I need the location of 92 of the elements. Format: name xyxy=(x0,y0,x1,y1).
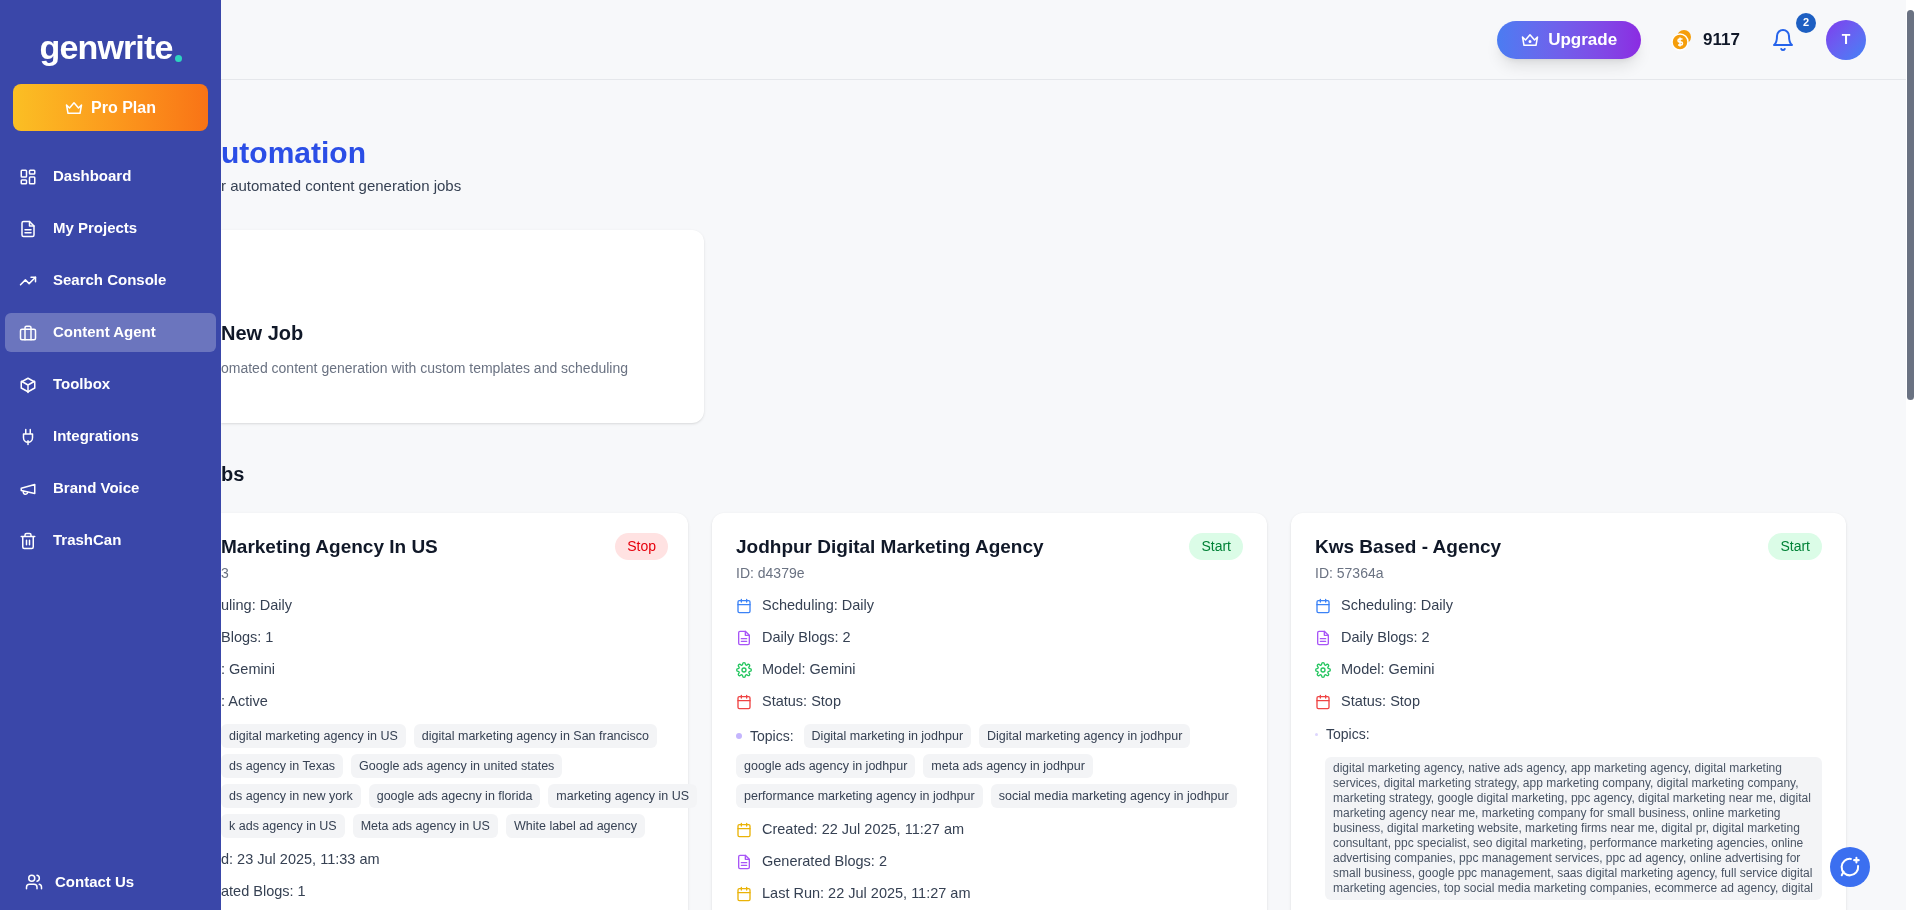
topic-tag: digital marketing agency in US xyxy=(221,724,406,748)
job-id: ID: d4379e xyxy=(736,564,806,583)
job-detail: Model: Gemini xyxy=(762,660,856,680)
job-detail: ated Blogs: 1 xyxy=(221,882,306,902)
topic-tag: k ads agency in US xyxy=(221,814,345,838)
job-title: Jodhpur Digital Marketing Agency xyxy=(736,534,1044,559)
topics-label: Topics: xyxy=(1326,725,1370,744)
section-title: bs xyxy=(221,461,246,487)
dot-icon xyxy=(1315,733,1318,736)
job-id: 3 xyxy=(221,564,230,583)
calendar-icon xyxy=(736,598,752,614)
calendar-icon xyxy=(736,822,752,838)
nav-item[interactable]: Integrations xyxy=(5,417,216,456)
chat-button[interactable] xyxy=(1830,847,1870,887)
gear-icon xyxy=(1315,662,1331,678)
new-job-card[interactable]: New Job omated content generation with custom templates and scheduling xyxy=(221,229,704,423)
nav-item[interactable]: Brand Voice xyxy=(5,469,216,508)
credits-count: 9117 xyxy=(1703,28,1740,51)
upgrade-button[interactable]: Upgrade xyxy=(1497,20,1642,59)
job-detail: : Gemini xyxy=(221,660,275,680)
job-detail: Status: Stop xyxy=(762,692,841,712)
job-detail: Daily Blogs: 2 xyxy=(762,628,851,648)
job-detail: Model: Gemini xyxy=(1341,660,1435,680)
document-icon xyxy=(736,630,752,646)
avatar[interactable]: T xyxy=(1826,19,1866,60)
notification-badge: 2 xyxy=(1796,12,1816,33)
card-title: New Job xyxy=(221,320,305,346)
job-detail: Last Run: 22 Jul 2025, 11:27 am xyxy=(762,884,971,904)
topic-tag: White label ad agency xyxy=(505,814,645,838)
nav-item[interactable]: Dashboard xyxy=(5,157,216,196)
topic-tag: google ads agency in jodhpur xyxy=(736,754,916,778)
scrollbar[interactable] xyxy=(1906,0,1916,910)
grid-icon xyxy=(19,167,37,186)
contact-us-link[interactable]: Contact Us xyxy=(5,862,216,902)
job-detail: Daily Blogs: 2 xyxy=(1341,628,1430,648)
bell-icon xyxy=(1771,27,1795,52)
job-stop-button[interactable]: Stop xyxy=(615,533,668,561)
topic-tag: social media marketing agency in jodhpur xyxy=(990,784,1237,808)
topic-tag: performance marketing agency in jodhpur xyxy=(736,784,983,808)
job-detail: d: 23 Jul 2025, 11:33 am xyxy=(221,850,380,870)
job-detail: Generated Blogs: 2 xyxy=(762,852,887,872)
job-title: Kws Based - Agency xyxy=(1315,534,1502,559)
topic-tag: Google ads agency in united states xyxy=(351,754,563,778)
chat-icon xyxy=(1839,856,1861,878)
page-title: utomation xyxy=(221,135,367,171)
trash-icon xyxy=(19,531,37,550)
job-start-button[interactable]: Start xyxy=(1189,533,1243,561)
notifications-button[interactable] xyxy=(1770,26,1796,53)
topic-tag: marketing agency in US xyxy=(548,784,698,808)
calendar-icon xyxy=(1315,694,1331,710)
briefcase-icon xyxy=(19,323,37,342)
logo-text: genwrite xyxy=(39,30,173,64)
topic-tag: digital marketing agency in San francisco xyxy=(413,724,658,748)
page-subtitle: r automated content generation jobs xyxy=(221,176,463,196)
topic-tag: ds agency in new york xyxy=(221,784,361,808)
topic-tag: Digital marketing agency in jodhpur xyxy=(979,724,1191,748)
job-title: Marketing Agency In US xyxy=(221,534,438,559)
document-icon xyxy=(736,854,752,870)
job-detail: Scheduling: Daily xyxy=(1341,596,1454,616)
job-detail: : Active xyxy=(221,692,268,712)
nav-item[interactable]: Search Console xyxy=(5,261,216,300)
logo-dot-icon xyxy=(174,55,182,62)
nav-item[interactable]: My Projects xyxy=(5,209,216,248)
document-icon xyxy=(19,219,37,238)
coin-icon xyxy=(1671,28,1694,51)
job-detail: Status: Stop xyxy=(1341,692,1420,712)
topic-tag: meta ads agency in jodhpur xyxy=(923,754,1093,778)
nav-item[interactable]: TrashCan xyxy=(5,521,216,560)
topic-tag: google ads agecny in florida xyxy=(368,784,541,808)
job-start-button[interactable]: Start xyxy=(1768,533,1822,561)
calendar-icon xyxy=(736,886,752,902)
topics-text: digital marketing agency, native ads agency, app marketing agency, digital marketing services, digital marketing strategy, app marketing company, digital marketing company, marketing strategy, google digital marketing, ppc agency, digital marketing near me, digital marketing agency near me, marketing company for small business, online marketing business, digital marketing website, marketing firms near me, digital pr, digital marketing consultant, ppc specialist, seo digital marketing, performance marketing agencies, online advertising companies, ppc management services, ppc ad agency, online advertising for small business, google ppc management, saas digital marketing agency, full service digital marketing agencies, top social media marketing companies, ecommerce ad agency, digital xyxy=(1325,757,1822,900)
calendar-icon xyxy=(736,694,752,710)
calendar-icon xyxy=(1315,598,1331,614)
scrollbar-thumb[interactable] xyxy=(1907,10,1914,400)
dot-icon xyxy=(736,733,742,739)
job-detail: uling: Daily xyxy=(221,596,292,616)
job-detail: Scheduling: Daily xyxy=(762,596,875,616)
document-icon xyxy=(1315,630,1331,646)
cube-icon xyxy=(19,375,37,394)
nav-item[interactable]: Content Agent xyxy=(5,313,216,352)
job-id: ID: 57364a xyxy=(1315,564,1385,583)
topics-label: Topics: xyxy=(750,726,794,746)
topic-tag: Meta ads agency in US xyxy=(352,814,498,838)
topic-tag: ds agency in Texas xyxy=(221,754,344,778)
card-description: omated content generation with custom templates and scheduling xyxy=(221,358,630,378)
job-detail: Blogs: 1 xyxy=(221,628,274,648)
job-detail: Created: 22 Jul 2025, 11:27 am xyxy=(762,820,965,840)
users-icon xyxy=(25,873,43,891)
topic-tag: Digital marketing in jodhpur xyxy=(803,724,972,748)
gear-icon xyxy=(736,662,752,678)
nav-item[interactable]: Toolbox xyxy=(5,365,216,404)
